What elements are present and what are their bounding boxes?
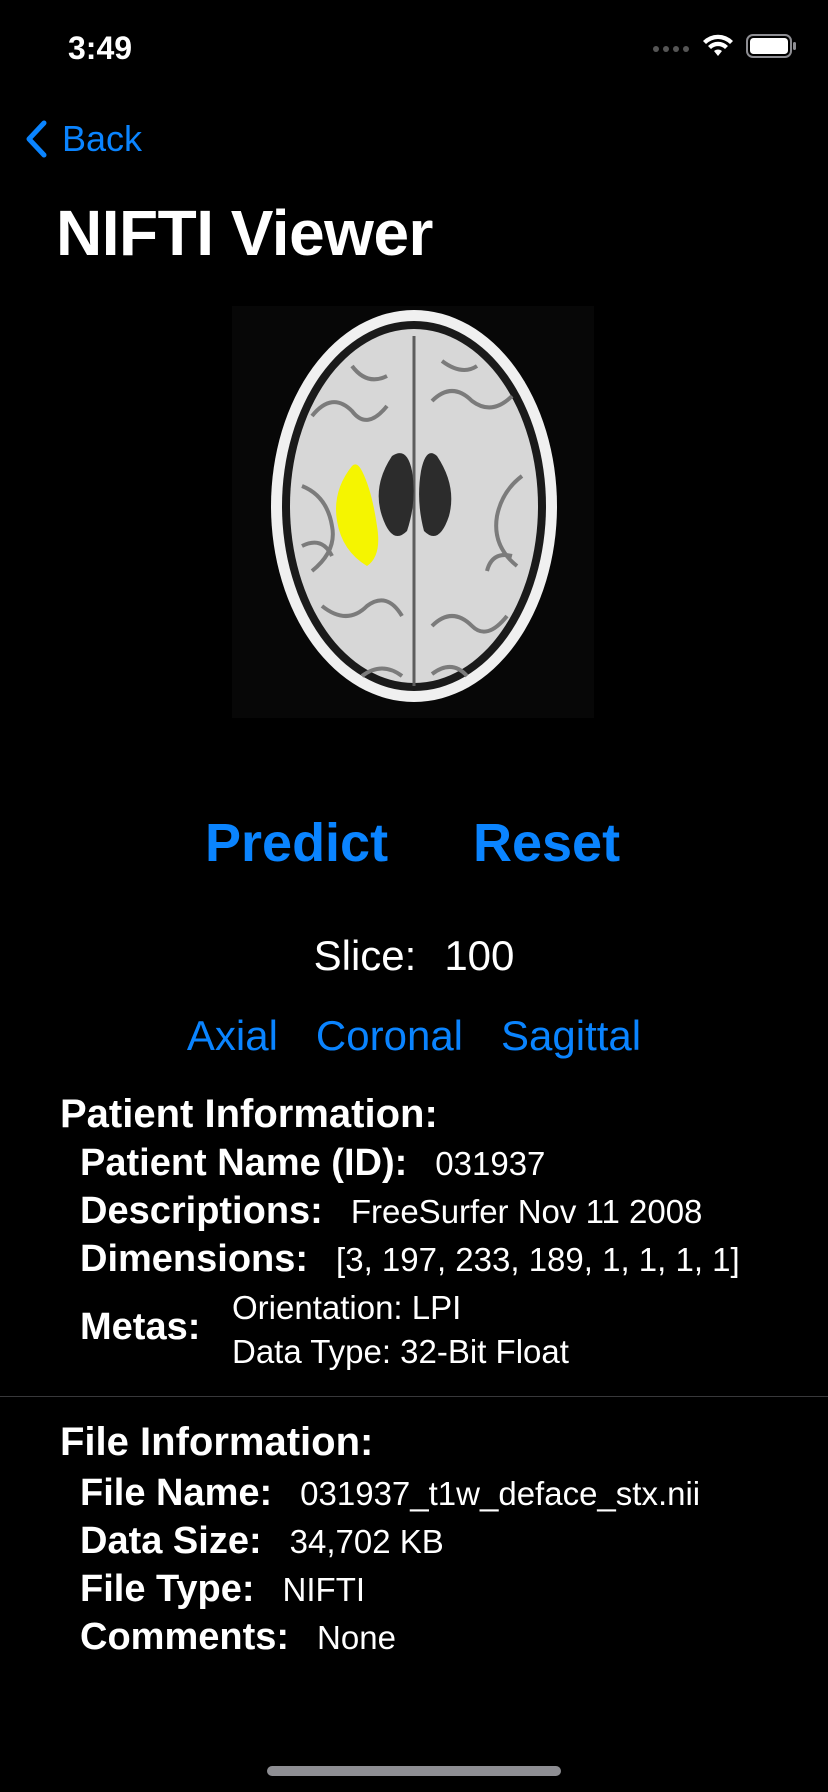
wifi-icon — [702, 34, 734, 63]
data-size-value: 34,702 KB — [289, 1523, 444, 1560]
predict-button[interactable]: Predict — [205, 812, 388, 874]
battery-icon — [746, 34, 798, 63]
patient-name-label: Patient Name (ID): — [80, 1142, 408, 1184]
dimensions-value: [3, 197, 233, 189, 1, 1, 1, 1] — [336, 1241, 740, 1278]
back-button[interactable]: Back — [24, 118, 142, 160]
mri-slice-image — [232, 306, 594, 718]
status-time: 3:49 — [68, 30, 133, 66]
file-type-label: File Type: — [80, 1568, 255, 1610]
file-type-row: File Type: NIFTI — [80, 1568, 365, 1611]
slice-label: Slice: — [313, 932, 417, 979]
patient-name-value: 031937 — [435, 1145, 546, 1182]
descriptions-row: Descriptions: FreeSurfer Nov 11 2008 — [80, 1190, 702, 1233]
chevron-left-icon — [24, 120, 48, 158]
dimensions-row: Dimensions: [3, 197, 233, 189, 1, 1, 1, … — [80, 1238, 740, 1281]
status-icons — [652, 34, 798, 63]
back-label: Back — [62, 118, 143, 159]
file-name-label: File Name: — [80, 1472, 273, 1514]
patient-info-title: Patient Information: — [60, 1092, 438, 1136]
patient-name-row: Patient Name (ID): 031937 — [80, 1142, 545, 1185]
reset-button[interactable]: Reset — [473, 812, 620, 874]
plane-selector: Axial Coronal Sagittal — [0, 1012, 828, 1060]
data-size-row: Data Size: 34,702 KB — [80, 1520, 444, 1563]
file-type-value: NIFTI — [282, 1571, 366, 1608]
plane-sagittal-button[interactable]: Sagittal — [501, 1012, 641, 1060]
cellular-signal-icon — [652, 40, 690, 58]
home-indicator[interactable] — [267, 1766, 561, 1776]
plane-coronal-button[interactable]: Coronal — [316, 1012, 463, 1060]
section-divider — [0, 1396, 828, 1397]
file-info-title: File Information: — [60, 1420, 374, 1464]
file-name-value: 031937_t1w_deface_stx.nii — [300, 1475, 701, 1512]
plane-axial-button[interactable]: Axial — [187, 1012, 278, 1060]
page-title: NIFTI Viewer — [56, 197, 433, 269]
slice-row: Slice: 100 — [0, 932, 828, 980]
comments-value: None — [317, 1619, 396, 1656]
metas-label: Metas: — [80, 1306, 201, 1348]
descriptions-value: FreeSurfer Nov 11 2008 — [350, 1193, 703, 1230]
metas-row: Metas: — [80, 1306, 200, 1349]
metas-values: Orientation: LPI Data Type: 32-Bit Float — [232, 1286, 569, 1374]
meta-orientation: Orientation: LPI — [232, 1289, 462, 1326]
dimensions-label: Dimensions: — [80, 1238, 309, 1280]
slice-value: 100 — [444, 932, 515, 979]
data-size-label: Data Size: — [80, 1520, 262, 1562]
descriptions-label: Descriptions: — [80, 1190, 323, 1232]
comments-row: Comments: None — [80, 1616, 396, 1659]
comments-label: Comments: — [80, 1616, 290, 1658]
meta-data-type: Data Type: 32-Bit Float — [232, 1333, 569, 1370]
file-name-row: File Name: 031937_t1w_deface_stx.nii — [80, 1472, 700, 1515]
